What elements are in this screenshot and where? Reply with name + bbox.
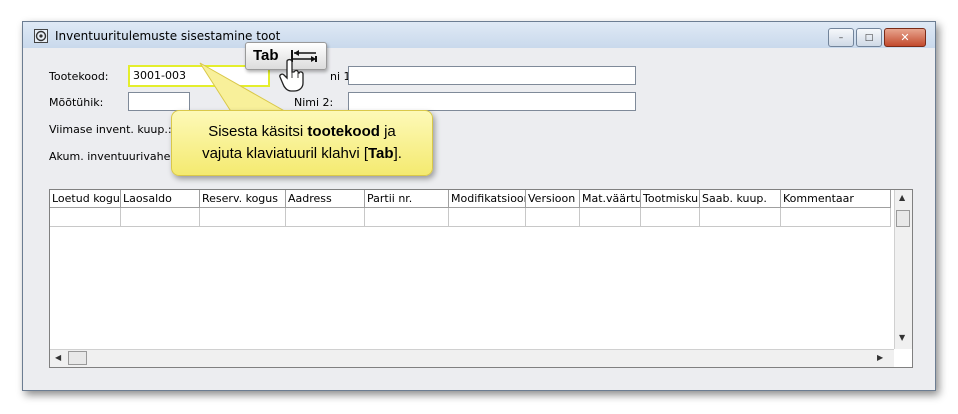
app-icon [34,29,48,43]
callout-text: ja [379,123,396,140]
col-versioon[interactable]: Versioon [526,190,580,208]
col-loetud-kogus[interactable]: Loetud kogus [50,190,121,208]
close-button[interactable]: ✕ [884,28,926,47]
scroll-up-icon[interactable]: ▲ [899,193,905,202]
col-aadress[interactable]: Aadress [286,190,365,208]
col-saab-kuup[interactable]: Saab. kuup. [700,190,781,208]
tab-key-label: Tab [253,47,279,64]
akum-inventuurivahe-label: Akum. inventuurivahe: [49,150,175,163]
table-cell[interactable] [200,208,286,227]
dialog-window: Inventuuritulemuste sisestamine toot – □… [22,21,936,391]
table-cell[interactable] [121,208,200,227]
mootuhik-input[interactable] [128,92,190,111]
grid-header: Loetud kogus Laosaldo Reserv. kogus Aadr… [50,190,891,208]
table-cell[interactable] [700,208,781,227]
callout-text: vajuta klaviatuuril klahvi [ [202,145,368,162]
callout-text: ]. [393,145,402,162]
table-cell[interactable] [781,208,891,227]
nimi2-label: Nimi 2: [294,96,334,109]
callout-bold-text: Tab [368,145,394,162]
scroll-right-icon[interactable]: ▶ [877,353,883,362]
window-title: Inventuuritulemuste sisestamine toot [55,29,281,43]
instruction-callout: Sisesta käsitsi tootekood ja vajuta klav… [171,110,433,176]
vertical-scroll-thumb[interactable] [896,210,910,227]
nimi1-input[interactable] [348,66,636,85]
scroll-down-icon[interactable]: ▼ [899,333,905,342]
col-partii-nr[interactable]: Partii nr. [365,190,449,208]
col-reserv-kogus[interactable]: Reserv. kogus [200,190,286,208]
nimi2-input[interactable] [348,92,636,111]
table-cell[interactable] [580,208,641,227]
title-bar: Inventuuritulemuste sisestamine toot – □… [23,22,935,48]
mootuhik-label: Mõõtühik: [49,96,104,109]
maximize-button[interactable]: □ [856,28,882,47]
scroll-left-icon[interactable]: ◀ [55,353,61,362]
vertical-scrollbar[interactable]: ▲ ▼ [894,190,912,349]
table-cell[interactable] [526,208,580,227]
col-mat-vaartus[interactable]: Mat.väärtus [580,190,641,208]
table-cell[interactable] [365,208,449,227]
table-cell[interactable] [449,208,526,227]
callout-bold-text: tootekood [307,123,380,140]
table-cell[interactable] [286,208,365,227]
horizontal-scroll-thumb[interactable] [68,351,87,365]
inventory-grid[interactable]: Loetud kogus Laosaldo Reserv. kogus Aadr… [49,189,913,368]
col-tootmiskulu[interactable]: Tootmiskulu [641,190,700,208]
col-modifikatsioon[interactable]: Modifikatsioon [449,190,526,208]
table-cell[interactable] [50,208,121,227]
tootekood-label: Tootekood: [49,70,109,83]
table-cell[interactable] [641,208,700,227]
hand-pointer-icon [279,58,304,92]
table-row[interactable] [50,208,891,227]
col-laosaldo[interactable]: Laosaldo [121,190,200,208]
horizontal-scrollbar[interactable]: ◀ ▶ [50,349,894,367]
viimase-invent-label: Viimase invent. kuup.: [49,123,172,136]
minimize-button[interactable]: – [828,28,854,47]
col-kommentaar[interactable]: Kommentaar [781,190,891,208]
callout-text: Sisesta käsitsi [208,123,308,140]
